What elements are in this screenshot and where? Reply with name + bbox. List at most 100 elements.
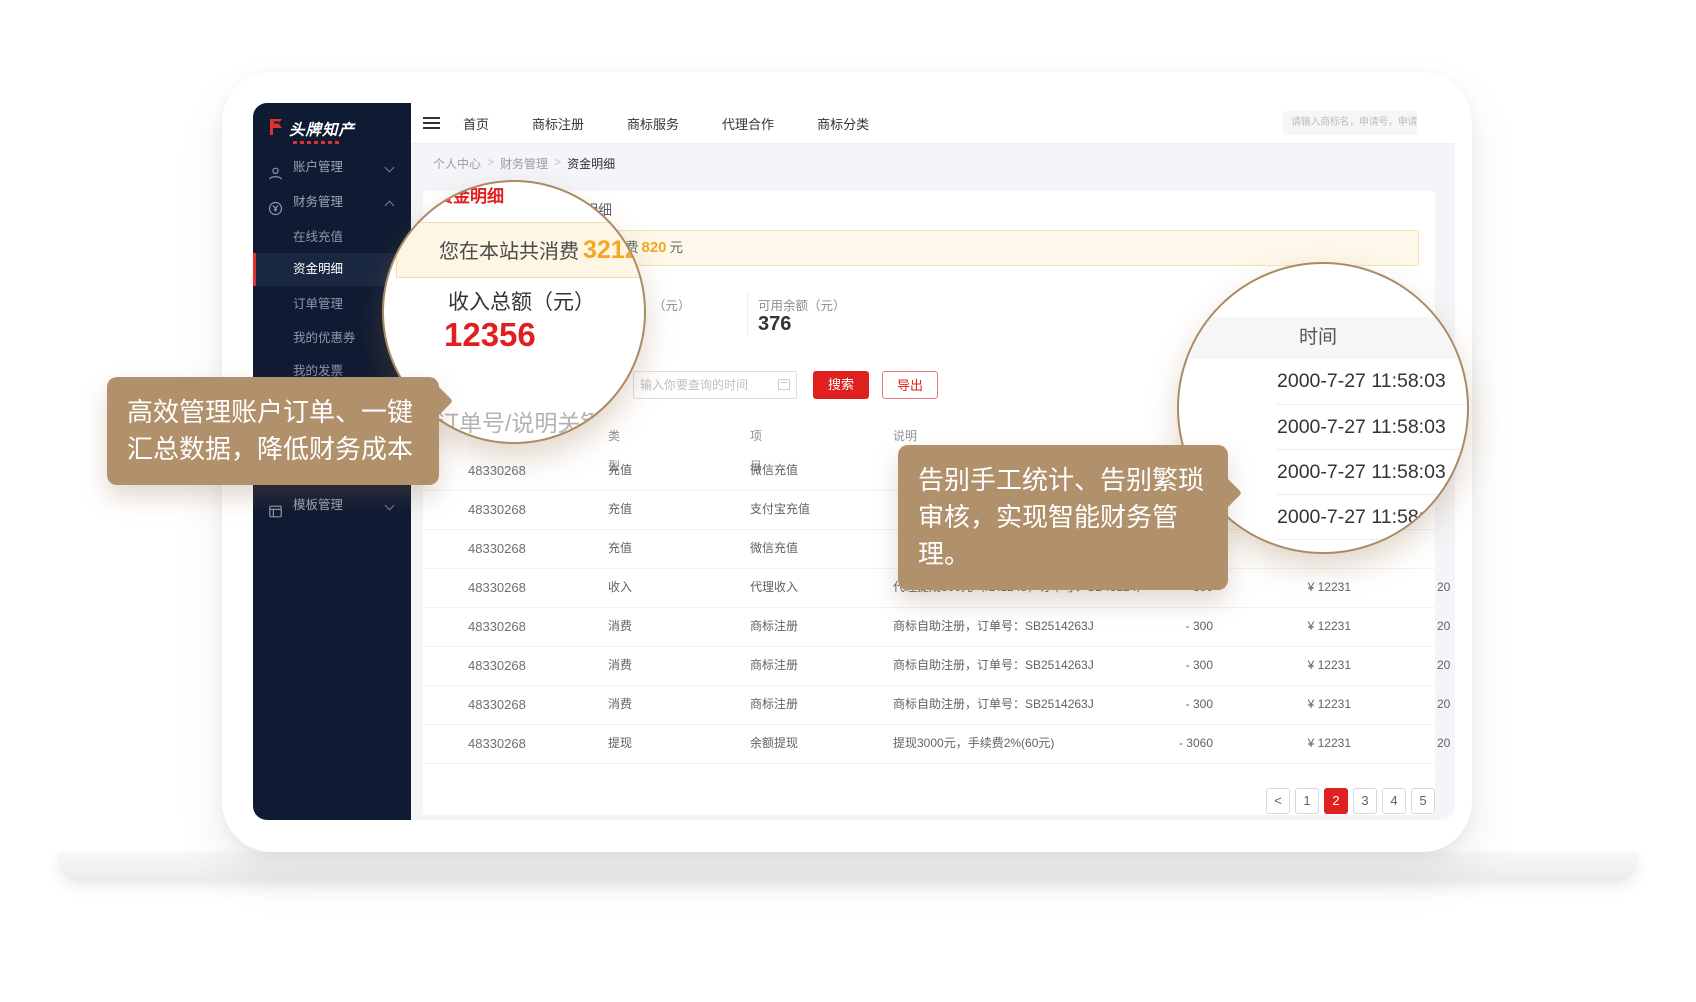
table-row: 48330268消费商标注册商标自助注册，订单号：SB2514263J- 300… [423,646,1435,686]
template-icon [268,498,283,513]
top-nav: 首页 商标注册 商标服务 代理合作 商标分类 [463,103,869,143]
balance-label: 可用余额（元） [758,295,846,314]
table-row: 48330268消费商标注册商标自助注册，订单号：SB2514263J- 300… [423,685,1435,725]
brand-flag-icon [266,117,286,142]
pagination-page-1[interactable]: 1 [1295,788,1319,814]
chevron-up-icon [385,201,395,211]
cell-amount: - 300 [1113,685,1213,724]
brand-subtext [293,141,341,144]
laptop-base [57,852,1639,882]
sidebar-item-label: 在线充值 [293,221,343,254]
cell-project: 支付宝充值 [750,490,870,529]
table-row: 48330268提现余额提现提现3000元，手续费2%(60元)- 3060¥ … [423,724,1435,764]
breadcrumb-item-1[interactable]: 个人中心 [433,155,481,171]
sidebar-item-2[interactable]: 财务管理 [253,186,411,219]
search-button[interactable]: 搜索 [813,371,869,399]
callout-left: 高效管理账户订单、一键汇总数据，降低财务成本 [107,377,439,485]
magnified-time-row: 2000-7-27 11:58:03 [1277,449,1469,495]
breadcrumb: 个人中心>财务管理>资金明细 [433,155,615,171]
topbar: 首页 商标注册 商标服务 代理合作 商标分类 请输入商标名，申请号，申请人 [411,103,1455,144]
cell-type: 提现 [608,724,698,763]
cell-type: 消费 [608,685,698,724]
cell-amount: - 300 [1113,646,1213,685]
cell-order: 48330268 [468,568,578,607]
callout-left-text: 高效管理账户订单、一键汇总数据，降低财务成本 [127,397,413,464]
chevron-down-icon [385,501,395,511]
time-input-placeholder: 输入你要查询的时间 [640,378,748,392]
sidebar-item-label: 我的优惠券 [293,322,356,355]
cell-type: 消费 [608,607,698,646]
magnified-time-header-label: 时间 [1299,317,1337,359]
cell-order: 48330268 [468,529,578,568]
table-row: 48330268消费商标注册商标自助注册，订单号：SB2514263J- 300… [423,607,1435,647]
cell-type: 收入 [608,568,698,607]
pagination-page-3[interactable]: 3 [1353,788,1377,814]
breadcrumb-item-2[interactable]: 财务管理 [500,155,548,171]
magnified-time-row: 2000-7-27 11:58:03 [1277,539,1469,554]
cell-order: 48330268 [468,451,578,490]
page: 头牌知产 账户管理财务管理在线充值资金明细订单管理我的优惠券我的发票模板管理 首… [0,0,1696,1002]
magnified-income-label: 收入总额（元） [448,286,595,316]
pagination-page-2[interactable]: 2 [1324,788,1348,814]
cell-time-clipped: 2000-7-27 11:58:03 [1437,685,1450,724]
cell-balance: ¥ 12231 [1251,724,1351,763]
pagination-prev[interactable]: < [1266,788,1290,814]
cell-project: 商标注册 [750,685,870,724]
pagination: <12345 [1266,788,1435,814]
nav-item-1[interactable]: 首页 [463,114,489,133]
callout-right-text: 告别手工统计、告别繁琐审核，实现智能财务管理。 [918,465,1204,569]
nav-item-4[interactable]: 代理合作 [722,114,774,133]
nav-item-2[interactable]: 商标注册 [532,114,584,133]
cell-amount: - 300 [1113,607,1213,646]
stat-partial-label: （元） [653,295,691,314]
cell-project: 商标注册 [750,607,870,646]
calendar-icon [778,379,790,390]
pagination-page-4[interactable]: 4 [1382,788,1406,814]
caret-down-icon: ∨ [611,421,618,451]
cell-order: 48330268 [468,685,578,724]
cell-type: 充值 [608,529,698,568]
magnified-time-row: 2000-7-27 11:58:03 [1277,494,1469,540]
cell-project: 微信充值 [750,451,870,490]
sidebar-item-label: 财务管理 [293,186,343,219]
cell-project: 代理收入 [750,568,870,607]
magnified-keyword-placeholder: 订单号/说明关键 [436,404,603,438]
cell-balance: ¥ 12231 [1251,646,1351,685]
nav-item-5[interactable]: 商标分类 [817,114,869,133]
cell-balance: ¥ 12231 [1251,568,1351,607]
cell-order: 48330268 [468,724,578,763]
cell-order: 48330268 [468,646,578,685]
cell-project: 商标注册 [750,646,870,685]
finance-icon [268,195,283,210]
time-range-input[interactable]: 输入你要查询的时间 [633,371,797,399]
magnified-tab: 资金明细 [436,182,504,207]
magnified-time-header: 时间 [1179,317,1467,359]
cell-order: 48330268 [468,607,578,646]
cell-type: 消费 [608,646,698,685]
stat-divider [747,291,748,335]
cell-type: 充值 [608,490,698,529]
callout-right: 告别手工统计、告别繁琐审核，实现智能财务管理。 [898,445,1228,590]
caret-down-icon: ∨ [753,421,760,451]
magnified-time-row: 2000-7-27 11:58:03 [1277,404,1469,450]
sidebar-item-8[interactable]: 模板管理 [253,489,411,522]
nav-item-3[interactable]: 商标服务 [627,114,679,133]
cell-balance: ¥ 12231 [1251,685,1351,724]
banner-unit: 元 [670,240,684,255]
cell-amount: - 3060 [1113,724,1213,763]
breadcrumb-separator: > [554,155,561,171]
sidebar-item-3[interactable]: 在线充值 [253,221,411,254]
cell-order: 48330268 [468,490,578,529]
pagination-page-5[interactable]: 5 [1411,788,1435,814]
sidebar-item-label: 账户管理 [293,151,343,184]
hamburger-icon[interactable] [423,117,440,129]
breadcrumb-separator: > [487,155,494,171]
magnified-income-value: 12356 [444,316,536,354]
search-input[interactable]: 请输入商标名，申请号，申请人 [1283,111,1417,135]
sidebar-item-1[interactable]: 账户管理 [253,151,411,184]
magnified-time-row: 2000-7-27 11:58:03 [1277,359,1469,404]
brand-logo[interactable]: 头牌知产 [253,111,411,155]
magnified-banner-prefix: 您在本站共消费 [439,241,579,263]
cell-type: 充值 [608,451,698,490]
export-button[interactable]: 导出 [882,371,938,399]
